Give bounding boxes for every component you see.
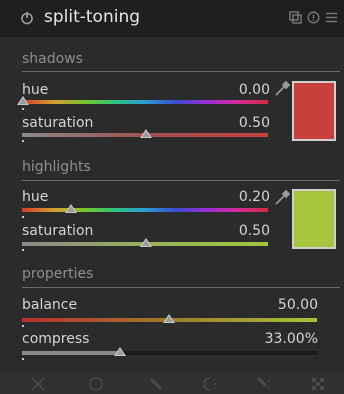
blend-off-icon[interactable] <box>30 376 46 392</box>
divider <box>22 71 340 72</box>
highlights-saturation-slider-handle[interactable] <box>140 238 152 247</box>
shadows-hue-slider-handle[interactable] <box>17 96 29 105</box>
highlights-saturation-label: saturation <box>22 223 94 239</box>
shadows-saturation-label: saturation <box>22 115 94 131</box>
default-marker <box>22 216 24 218</box>
compress-slider[interactable] <box>22 351 317 355</box>
section-properties-label: properties <box>22 266 94 282</box>
shadows-saturation-slider-handle[interactable] <box>140 129 152 138</box>
compress-label: compress <box>22 331 90 347</box>
section-highlights-label: highlights <box>22 159 91 175</box>
divider <box>22 287 340 288</box>
compress-slider-handle[interactable] <box>114 347 126 356</box>
highlights-hue-slider[interactable] <box>22 208 268 212</box>
divider <box>22 180 340 181</box>
blend-uniform-icon[interactable] <box>88 376 104 392</box>
module-title: split-toning <box>44 7 141 27</box>
blend-drawn-parametric-icon[interactable] <box>256 376 272 392</box>
default-marker <box>22 249 24 251</box>
blend-mode-bar <box>0 372 344 394</box>
reset-icon[interactable] <box>307 11 320 24</box>
presets-icon[interactable] <box>325 11 338 24</box>
default-marker <box>22 140 24 142</box>
section-shadows-label: shadows <box>22 51 83 67</box>
default-marker <box>22 358 24 360</box>
highlights-color-swatch[interactable] <box>292 189 336 249</box>
balance-value[interactable]: 50.00 <box>278 297 318 313</box>
blend-drawn-icon[interactable] <box>148 376 164 392</box>
highlights-hue-slider-handle[interactable] <box>65 204 77 213</box>
highlights-hue-value[interactable]: 0.20 <box>239 189 270 205</box>
picker-icon[interactable] <box>273 80 291 98</box>
shadows-hue-value[interactable]: 0.00 <box>239 82 270 98</box>
shadows-hue-slider[interactable] <box>22 100 268 104</box>
default-marker <box>22 325 24 327</box>
picker-icon[interactable] <box>273 189 291 207</box>
balance-slider-handle[interactable] <box>163 314 175 323</box>
default-marker <box>22 108 24 110</box>
power-icon[interactable] <box>20 11 34 25</box>
highlights-saturation-value[interactable]: 0.50 <box>239 223 270 239</box>
balance-label: balance <box>22 297 78 313</box>
highlights-hue-label: hue <box>22 189 49 205</box>
shadows-saturation-value[interactable]: 0.50 <box>239 115 270 131</box>
compress-value[interactable]: 33.00% <box>265 331 318 347</box>
module-header[interactable]: split-toning <box>0 0 344 37</box>
blend-parametric-icon[interactable] <box>202 376 218 392</box>
blend-raster-icon[interactable] <box>310 376 326 392</box>
shadows-color-swatch[interactable] <box>292 81 336 141</box>
multi-instance-icon[interactable] <box>289 11 302 24</box>
